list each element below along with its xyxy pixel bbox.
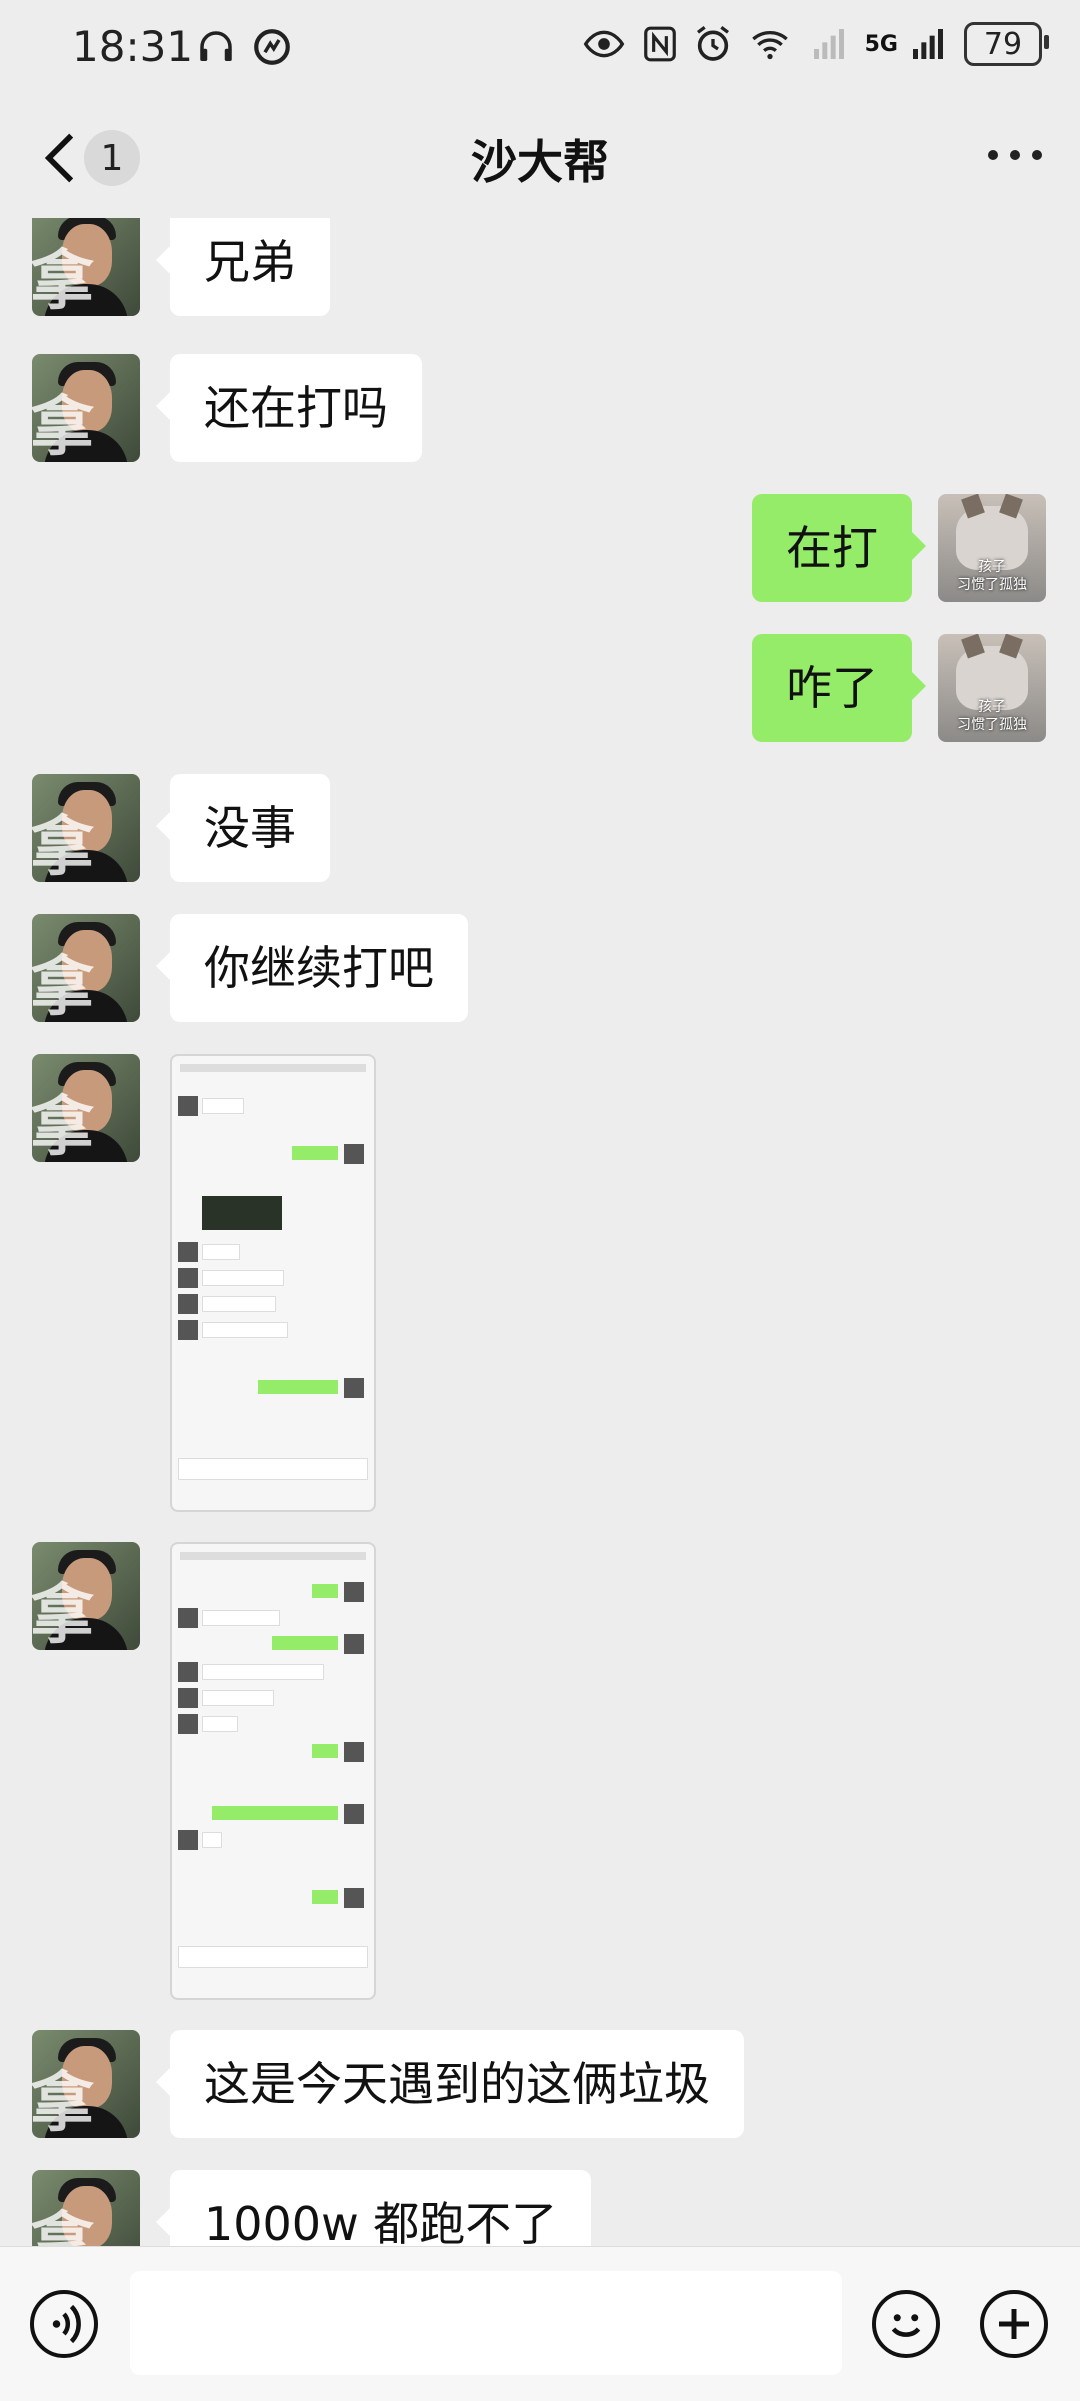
signal-icon [813, 29, 844, 59]
outgoing-message[interactable]: 在打 [752, 494, 926, 602]
message-list[interactable]: 拿捏 兄弟 拿捏 还在打吗 孩子 习惯了孤独 在打 孩子 习惯了孤独 咋了 拿捏… [0, 218, 1080, 2246]
voice-icon[interactable] [30, 2290, 98, 2358]
screenshot-image[interactable] [170, 1054, 376, 1512]
signal-5g-icon [913, 29, 943, 59]
battery-indicator: 79 [964, 22, 1049, 66]
more-icon[interactable] [988, 150, 1042, 160]
message-input[interactable] [130, 2271, 842, 2375]
contact-avatar[interactable]: 拿捏 [32, 914, 140, 1022]
incoming-message[interactable]: 没事 [156, 774, 330, 882]
incoming-message[interactable]: 你继续打吧 [156, 914, 468, 1022]
contact-avatar[interactable]: 拿捏 [32, 218, 140, 316]
screenshot-image[interactable] [170, 1542, 376, 2000]
incoming-message[interactable]: 1000w 都跑不了 [155, 2170, 592, 2246]
eye-icon [583, 30, 624, 58]
contact-avatar[interactable]: 拿捏 [32, 2170, 140, 2246]
status-time: 18:31 [72, 22, 194, 71]
network-label: 5G [864, 31, 898, 57]
status-bar: 18:31 5G 79 [0, 0, 1080, 100]
nfc-icon [643, 26, 676, 62]
incoming-message[interactable]: 兄弟 [156, 218, 330, 316]
incoming-message[interactable]: 还在打吗 [156, 354, 422, 462]
emoji-icon[interactable] [872, 2290, 940, 2358]
outgoing-message[interactable]: 咋了 [752, 634, 926, 742]
my-avatar[interactable]: 孩子 习惯了孤独 [938, 494, 1046, 602]
input-bar [0, 2246, 1080, 2401]
contact-avatar[interactable]: 拿捏 [32, 774, 140, 882]
incoming-message[interactable]: 这是今天遇到的这俩垃圾 [156, 2030, 744, 2138]
my-avatar[interactable]: 孩子 习惯了孤独 [938, 634, 1046, 742]
plus-icon[interactable] [980, 2290, 1048, 2358]
alarm-icon [696, 26, 729, 61]
contact-avatar[interactable]: 拿捏 [32, 354, 140, 462]
speed-icon [254, 29, 290, 65]
chat-title: 沙大帮 [471, 135, 609, 189]
contact-avatar[interactable]: 拿捏 [32, 1542, 140, 1650]
contact-avatar[interactable]: 拿捏 [32, 1054, 140, 1162]
headphones-icon [200, 31, 232, 61]
chat-header: 1 沙大帮 [0, 100, 1080, 218]
contact-avatar[interactable]: 拿捏 [32, 2030, 140, 2138]
wifi-icon [751, 31, 788, 60]
